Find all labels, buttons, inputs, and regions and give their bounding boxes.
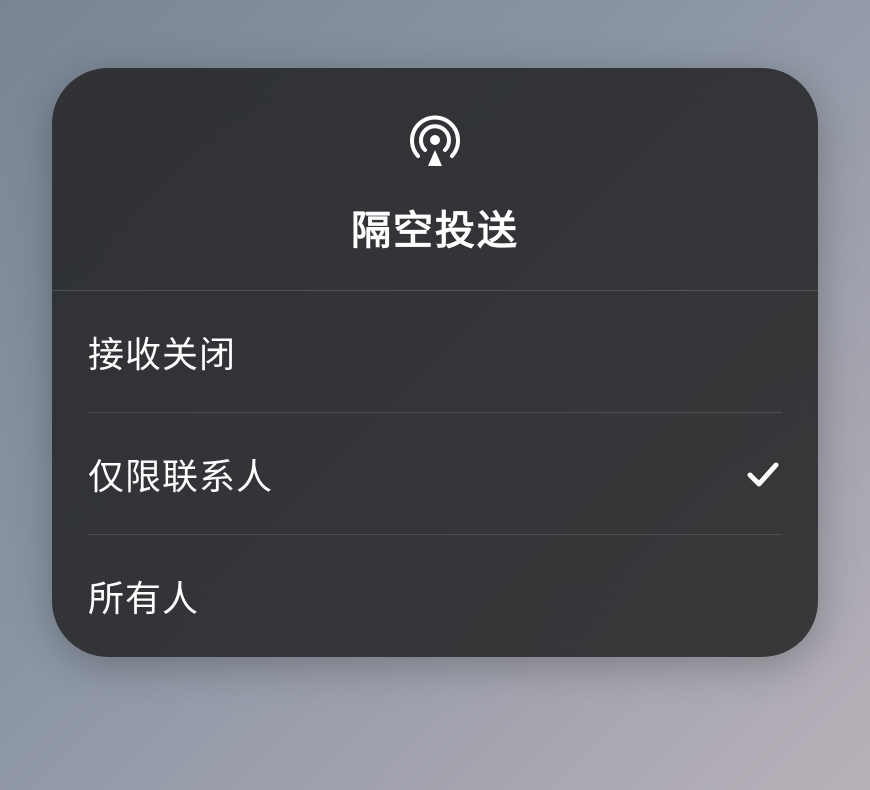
airdrop-icon (405, 110, 465, 170)
checkmark-icon (744, 455, 782, 493)
option-receiving-off[interactable]: 接收关闭 (88, 291, 782, 413)
option-label: 接收关闭 (88, 326, 236, 378)
option-contacts-only[interactable]: 仅限联系人 (88, 413, 782, 535)
panel-header: 隔空投送 (52, 68, 818, 291)
option-label: 仅限联系人 (88, 448, 273, 500)
panel-title: 隔空投送 (351, 198, 519, 256)
airdrop-panel: 隔空投送 接收关闭 仅限联系人 所有人 (52, 68, 818, 657)
option-label: 所有人 (88, 570, 199, 622)
option-everyone[interactable]: 所有人 (88, 535, 782, 657)
option-list: 接收关闭 仅限联系人 所有人 (52, 291, 818, 657)
